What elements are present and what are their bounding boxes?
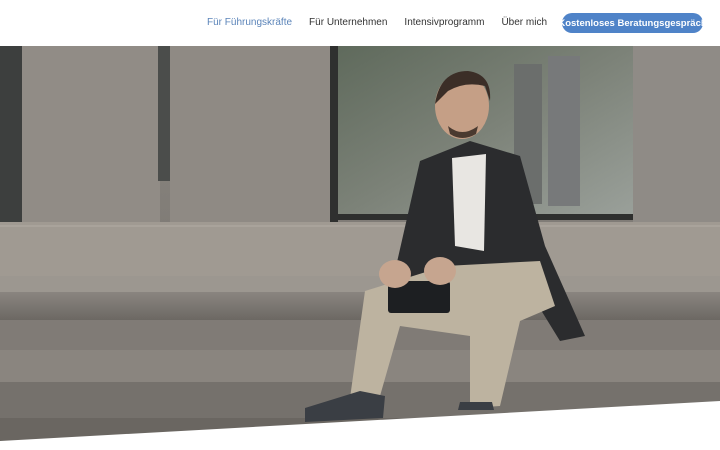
header: Für Führungskräfte Für Unternehmen Inten… [0,0,720,46]
hero-image [0,46,720,450]
nav-item-ueber-mich[interactable]: Über mich [501,0,547,46]
free-consultation-button[interactable]: Kostenloses Beratungsgespräch [558,13,707,33]
nav-item-intensivprogramm[interactable]: Intensivprogramm [404,0,484,46]
nav-item-fuer-unternehmen[interactable]: Für Unternehmen [309,0,387,46]
main-nav: Für Führungskräfte Für Unternehmen Inten… [207,0,564,46]
hero-photo-man-sitting-on-steps [0,46,720,450]
nav-item-fuer-fuehrungskraefte[interactable]: Für Führungskräfte [207,0,292,46]
